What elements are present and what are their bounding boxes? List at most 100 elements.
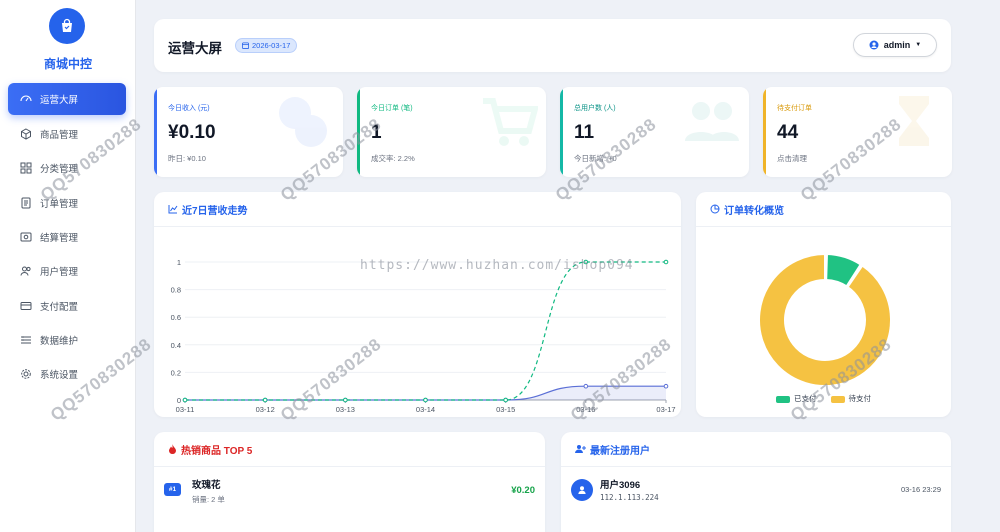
y-tick-label: 0.6 — [171, 313, 181, 322]
x-tick-label: 03-14 — [416, 405, 435, 414]
sidebar-item-label: 运营大屏 — [40, 95, 79, 106]
data-point — [583, 383, 589, 389]
shopping-bag-icon[interactable] — [49, 8, 85, 44]
stat-value: ¥0.10 — [168, 122, 216, 143]
user-name: 用户3096 — [600, 480, 641, 491]
conversion-panel: 订单转化概览 已支付 待支付 — [696, 192, 951, 417]
data-point — [182, 397, 188, 403]
users-icon — [685, 102, 739, 141]
user-menu-button[interactable]: admin ▼ — [853, 33, 937, 57]
data-point — [503, 397, 508, 403]
document-icon — [20, 197, 32, 209]
sidebar-item-label: 数据维护 — [40, 335, 79, 347]
sidebar-item-label: 订单管理 — [40, 198, 79, 210]
donut-slice[interactable] — [758, 252, 892, 387]
y-tick-label: 1 — [177, 258, 181, 267]
pie-chart-icon — [710, 204, 720, 214]
conversion-donut-chart — [758, 252, 892, 387]
stat-value: 11 — [574, 122, 595, 143]
panel-title: 近7日营收走势 — [182, 205, 248, 217]
users-icon — [20, 265, 32, 277]
series-line — [185, 261, 666, 401]
sidebar-item[interactable]: 系统设置 — [0, 357, 136, 391]
line-chart-icon — [168, 205, 178, 214]
panel-header: 热销商品 TOP 5 — [154, 432, 545, 467]
settlement-icon — [20, 231, 32, 243]
page-title: 运营大屏 — [168, 41, 222, 56]
cart-icon — [483, 98, 538, 146]
panel-title: 热销商品 TOP 5 — [181, 445, 253, 457]
product-sales: 销量: 2 单 — [192, 495, 225, 504]
sidebar-item[interactable]: 商品管理 — [0, 117, 136, 151]
stat-card-revenue: 今日收入 (元) ¥0.10 昨日: ¥0.10 — [154, 87, 343, 177]
box-icon — [20, 128, 32, 140]
gear-icon — [20, 368, 32, 380]
stat-label: 今日收入 (元) — [168, 105, 210, 112]
y-tick-label: 0 — [177, 396, 181, 405]
panel-header: 订单转化概览 — [696, 192, 951, 227]
brand-name: 商城中控 — [43, 57, 92, 71]
sidebar-nav: 运营大屏商品管理分类管理订单管理结算管理用户管理支付配置数据维护系统设置 — [0, 83, 136, 391]
x-tick-label: 03-13 — [336, 405, 355, 414]
date-badge: 2026-03-17 — [235, 38, 298, 53]
stat-value: 44 — [777, 122, 799, 143]
latest-users-panel: 最新注册用户 用户3096 112.1.113.224 03-16 23:29 — [561, 432, 951, 532]
calendar-icon — [242, 42, 249, 49]
x-tick-label: 03-11 — [176, 405, 195, 414]
caret-down-icon: ▼ — [915, 42, 922, 48]
sidebar-item[interactable]: 分类管理 — [0, 151, 136, 185]
list-item[interactable]: 用户3096 112.1.113.224 03-16 23:29 — [571, 476, 941, 514]
stat-card-pending[interactable]: 待支付订单 44 点击清理 — [763, 87, 952, 177]
y-tick-label: 0.8 — [171, 286, 181, 295]
grid-icon — [20, 162, 32, 174]
sidebar-item[interactable]: 数据维护 — [0, 323, 136, 357]
stat-label: 待支付订单 — [777, 105, 812, 112]
date-text: 2026-03-17 — [252, 41, 291, 50]
sidebar-item-label: 商品管理 — [40, 130, 79, 142]
data-point — [583, 259, 589, 265]
database-icon — [20, 334, 32, 346]
legend-item-pending[interactable]: 待支付 — [830, 393, 871, 404]
stat-value: 1 — [371, 122, 382, 143]
sidebar-item[interactable]: 运营大屏 — [8, 83, 126, 115]
hourglass-icon — [899, 96, 929, 146]
data-point — [262, 397, 268, 403]
dashboard-icon — [20, 93, 32, 105]
fire-icon — [169, 444, 176, 454]
x-tick-label: 03-15 — [496, 405, 515, 414]
list-item[interactable]: #1 玫瑰花 销量: 2 单 ¥0.20 — [164, 476, 535, 514]
sidebar-item[interactable]: 用户管理 — [0, 254, 136, 288]
sidebar-item[interactable]: 订单管理 — [0, 186, 136, 220]
legend-item-paid[interactable]: 已支付 — [776, 393, 817, 404]
sidebar-item-label: 分类管理 — [40, 164, 79, 176]
stat-label: 今日订单 (笔) — [371, 105, 413, 112]
donut-legend: 已支付 待支付 — [696, 393, 951, 404]
clear-link[interactable]: 点击清理 — [777, 153, 807, 164]
revenue-line-chart: 0 0.2 0.4 0.6 0.8 1 03-11 03-12 03-13 03-14 03-15 0… — [171, 258, 676, 414]
data-point — [663, 383, 669, 389]
stat-label: 总用户数 (人) — [574, 105, 616, 112]
sidebar-item-label: 结算管理 — [40, 233, 79, 245]
user-plus-icon — [575, 445, 586, 453]
sidebar: 商城中控 运营大屏商品管理分类管理订单管理结算管理用户管理支付配置数据维护系统设… — [0, 0, 136, 532]
sidebar-item-label: 系统设置 — [40, 370, 79, 382]
user-avatar-icon — [571, 479, 593, 501]
sidebar-item-label: 支付配置 — [40, 301, 79, 313]
stat-card-users: 总用户数 (人) 11 今日新增: +0 — [560, 87, 749, 177]
sidebar-item[interactable]: 支付配置 — [0, 288, 136, 322]
stat-sub: 今日新增: +0 — [574, 154, 617, 163]
product-name: 玫瑰花 — [192, 480, 221, 491]
coins-icon — [279, 97, 327, 147]
user-circle-icon — [869, 40, 879, 50]
data-point — [423, 397, 428, 403]
x-tick-label: 03-12 — [256, 405, 275, 414]
stat-sub: 成交率: 2.2% — [371, 154, 415, 163]
panel-header: 近7日营收走势 — [154, 192, 681, 227]
panel-header: 最新注册用户 — [561, 432, 951, 467]
x-tick-label: 03-17 — [656, 405, 675, 414]
sidebar-item-label: 用户管理 — [40, 267, 79, 279]
y-tick-label: 0.2 — [171, 368, 181, 377]
stat-card-orders: 今日订单 (笔) 1 成交率: 2.2% — [357, 87, 546, 177]
sidebar-item[interactable]: 结算管理 — [0, 220, 136, 254]
panel-title: 最新注册用户 — [590, 445, 650, 457]
